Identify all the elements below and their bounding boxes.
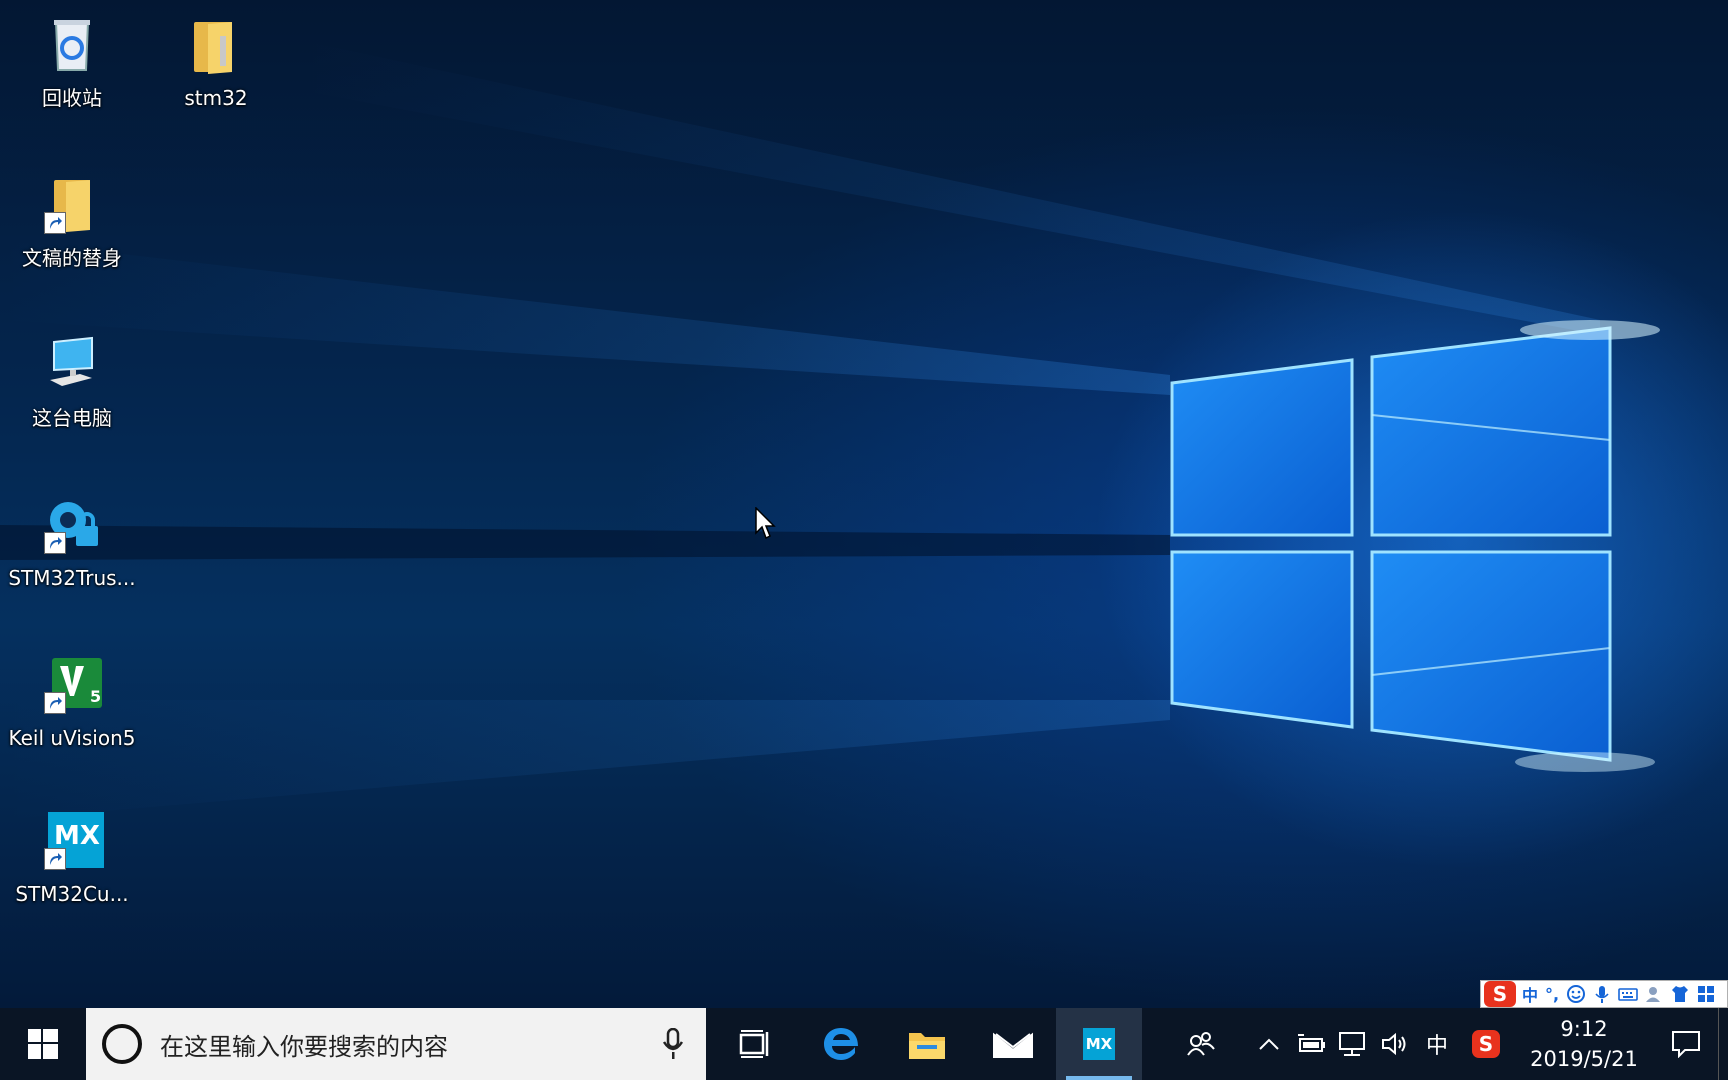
- svg-text:5: 5: [90, 687, 101, 706]
- desktop-wallpaper: [0, 0, 1728, 1008]
- people-icon: [1187, 1032, 1215, 1056]
- desktop-icon-recycle-bin[interactable]: 回收站: [4, 4, 140, 134]
- chevron-up-icon: [1259, 1038, 1279, 1050]
- mail-icon: [992, 1031, 1034, 1058]
- mouse-pointer-icon: [755, 506, 779, 545]
- clock[interactable]: 9:12 2019/5/21: [1514, 1008, 1654, 1080]
- sogou-logo-icon[interactable]: S: [1484, 981, 1516, 1007]
- computer-icon: [40, 332, 104, 396]
- ime-chinese-mode-toggle[interactable]: 中: [1522, 982, 1538, 1006]
- shortcut-arrow-icon: [44, 848, 66, 870]
- shortcut-arrow-icon: [44, 532, 66, 554]
- folder-icon: [909, 1033, 945, 1059]
- ime-toolbar[interactable]: S 中 °,: [1480, 980, 1728, 1008]
- input-mode-button[interactable]: 中: [1416, 1008, 1458, 1080]
- action-center-button[interactable]: [1654, 1008, 1718, 1080]
- taskbar-file-explorer-button[interactable]: [884, 1008, 970, 1080]
- microphone-icon[interactable]: [662, 1027, 684, 1064]
- desktop-icon-label: 文稿的替身: [22, 246, 122, 270]
- desktop-icon-label: STM32Trus...: [8, 566, 136, 590]
- clock-time: 9:12: [1560, 1017, 1608, 1041]
- battery-plugged-icon: [1298, 1034, 1325, 1052]
- clock-date: 2019/5/21: [1530, 1047, 1638, 1071]
- user-icon[interactable]: [1644, 984, 1664, 1004]
- recycle-bin-icon: [40, 12, 104, 76]
- search-placeholder: 在这里输入你要搜索的内容: [160, 1032, 448, 1061]
- cortana-icon[interactable]: [102, 1024, 142, 1064]
- desktop-icon-stm32-trust[interactable]: STM32Trus...: [4, 484, 140, 614]
- desktop-icon-this-pc[interactable]: 这台电脑: [4, 324, 140, 454]
- people-button[interactable]: [1158, 1008, 1244, 1080]
- taskbar-edge-button[interactable]: [798, 1008, 884, 1080]
- ime-punctuation-toggle[interactable]: °,: [1544, 985, 1560, 1004]
- battery-button[interactable]: [1290, 1008, 1332, 1080]
- stm32-trust-icon: [40, 492, 104, 556]
- show-hidden-icons-button[interactable]: [1248, 1008, 1290, 1080]
- desktop-icon-stm32cubemx[interactable]: MX STM32Cu...: [4, 800, 140, 930]
- desktop-icon-label: STM32Cu...: [15, 882, 129, 906]
- taskbar: 在这里输入你要搜索的内容 MX 中 S 9:12 2019/5/21: [0, 1008, 1728, 1080]
- desktop-icon-stm32-folder[interactable]: stm32: [148, 4, 284, 134]
- sogou-ime-button[interactable]: S: [1458, 1008, 1514, 1080]
- folder-icon: [184, 12, 248, 76]
- taskbar-stm32cubemx-button[interactable]: MX: [1056, 1008, 1142, 1080]
- stm32cubemx-icon: MX: [1083, 1028, 1115, 1060]
- start-button[interactable]: [0, 1008, 86, 1080]
- sogou-logo-icon: S: [1472, 1030, 1500, 1058]
- keil-uvision-icon: 5: [40, 652, 104, 716]
- show-desktop-button[interactable]: [1718, 1008, 1728, 1080]
- notification-icon: [1672, 1031, 1700, 1058]
- svg-text:MX: MX: [54, 821, 100, 851]
- skin-shirt-icon[interactable]: [1670, 984, 1690, 1004]
- desktop-icon-label: stm32: [184, 86, 248, 110]
- emoji-icon[interactable]: [1566, 984, 1586, 1004]
- shortcut-arrow-icon: [44, 212, 66, 234]
- network-wired-icon: [1339, 1032, 1365, 1056]
- windows-logo-icon: [28, 1029, 58, 1059]
- task-view-button[interactable]: [712, 1008, 798, 1080]
- toolbox-grid-icon[interactable]: [1696, 984, 1716, 1004]
- desktop-icon-label: Keil uVision5: [8, 726, 136, 750]
- volume-button[interactable]: [1374, 1008, 1416, 1080]
- search-input[interactable]: 在这里输入你要搜索的内容: [86, 1008, 706, 1080]
- speaker-icon: [1382, 1032, 1406, 1056]
- folder-icon: [40, 172, 104, 236]
- stm32cubemx-icon: MX: [40, 808, 104, 872]
- mx-logo-text: MX: [1085, 1035, 1113, 1053]
- desktop-icon-label: 回收站: [42, 86, 102, 110]
- taskbar-mail-button[interactable]: [970, 1008, 1056, 1080]
- network-button[interactable]: [1332, 1008, 1374, 1080]
- task-view-icon: [739, 1030, 769, 1058]
- desktop-icon-label: 这台电脑: [32, 406, 112, 430]
- edge-icon: [824, 1028, 858, 1060]
- shortcut-arrow-icon: [44, 692, 66, 714]
- system-tray: 中 S 9:12 2019/5/21: [1248, 1008, 1728, 1080]
- voice-input-icon[interactable]: [1592, 984, 1612, 1004]
- desktop-icon-documents-alias[interactable]: 文稿的替身: [4, 164, 140, 294]
- desktop-icon-keil-uvision5[interactable]: 5 Keil uVision5: [4, 644, 140, 774]
- soft-keyboard-icon[interactable]: [1618, 984, 1638, 1004]
